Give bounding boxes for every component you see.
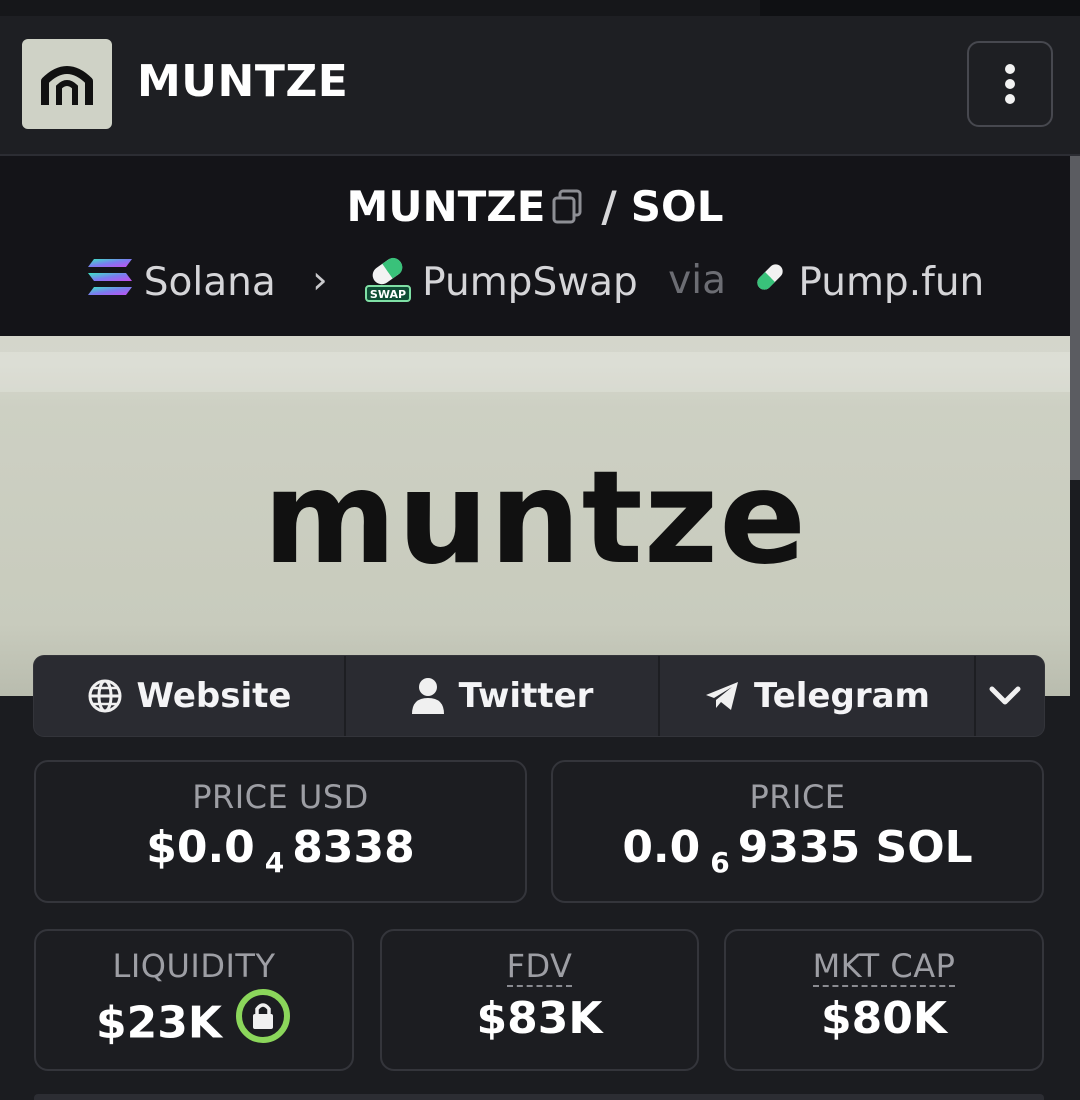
liquidity-value: $23K	[96, 997, 222, 1049]
price-native-card: PRICE 0.0 6 9335 SOL	[551, 760, 1044, 903]
mktcap-card[interactable]: MKT CAP $80K	[724, 929, 1044, 1071]
dex-name: PumpSwap	[422, 259, 638, 305]
pill-icon	[752, 259, 788, 305]
mktcap-label: MKT CAP	[812, 947, 956, 988]
twitter-button[interactable]: Twitter	[346, 656, 660, 736]
base-token-symbol: MUNTZE	[346, 182, 546, 231]
chain-name: Solana	[143, 259, 276, 305]
globe-icon	[88, 679, 122, 713]
website-label: Website	[136, 676, 292, 716]
price-usd-value: $0.0 4 8338	[146, 822, 415, 879]
copy-icon[interactable]	[551, 185, 583, 234]
price-native-value: 0.0 6 9335 SOL	[622, 822, 973, 879]
brand-title: MUNTZE	[137, 56, 349, 107]
expand-links-button[interactable]	[976, 656, 1044, 736]
pair-title: MUNTZE / SOL	[0, 182, 1070, 234]
social-links-bar: Website Twitter Telegram	[34, 656, 1044, 736]
top-header: MUNTZE	[0, 16, 1080, 156]
more-menu-button[interactable]	[967, 41, 1053, 127]
fdv-value: $83K	[476, 993, 603, 1045]
pair-separator: /	[601, 182, 617, 231]
dex-link[interactable]: SWAP PumpSwap	[364, 252, 638, 312]
price-label: PRICE	[749, 778, 846, 816]
via-label: via	[668, 257, 726, 303]
chevron-down-icon	[989, 686, 1021, 705]
fdv-card[interactable]: FDV $83K	[380, 929, 699, 1071]
scrollbar[interactable]	[1070, 156, 1080, 480]
menu-dot	[1005, 64, 1015, 74]
telegram-icon	[706, 682, 739, 710]
status-strip	[0, 0, 1080, 16]
quote-token-symbol: SOL	[630, 182, 724, 231]
liquidity-label: LIQUIDITY	[112, 947, 276, 985]
telegram-button[interactable]: Telegram	[660, 656, 976, 736]
next-card-edge	[34, 1094, 1044, 1100]
lock-icon[interactable]	[234, 987, 292, 1056]
website-button[interactable]: Website	[34, 656, 346, 736]
user-icon	[411, 678, 444, 714]
chain-breadcrumb: Solana › SWAP PumpSwap via Pump.fun	[0, 252, 1070, 312]
chain-link[interactable]: Solana	[86, 257, 276, 307]
banner-wordmark: muntze	[262, 444, 808, 593]
fdv-label: FDV	[506, 947, 573, 988]
telegram-label: Telegram	[754, 676, 930, 716]
token-banner: muntze	[0, 336, 1070, 696]
price-usd-label: PRICE USD	[192, 778, 369, 816]
mktcap-value: $80K	[821, 993, 947, 1045]
liquidity-value-row: $23K	[36, 989, 352, 1060]
launchpad-link[interactable]: Pump.fun	[752, 259, 984, 305]
pair-header: MUNTZE / SOL Solana › SWAP PumpSwap via …	[0, 156, 1070, 336]
muntze-logo-icon[interactable]	[22, 39, 112, 129]
pumpswap-icon: SWAP	[364, 252, 412, 312]
chevron-right-icon: ›	[312, 257, 328, 303]
twitter-label: Twitter	[458, 676, 594, 716]
launchpad-name: Pump.fun	[798, 259, 985, 305]
solana-icon	[86, 257, 134, 307]
dex-badge-text: SWAP	[370, 288, 406, 301]
menu-dot	[1005, 94, 1015, 104]
liquidity-card: LIQUIDITY $23K	[34, 929, 354, 1071]
price-usd-card: PRICE USD $0.0 4 8338	[34, 760, 527, 903]
menu-dot	[1005, 79, 1015, 89]
